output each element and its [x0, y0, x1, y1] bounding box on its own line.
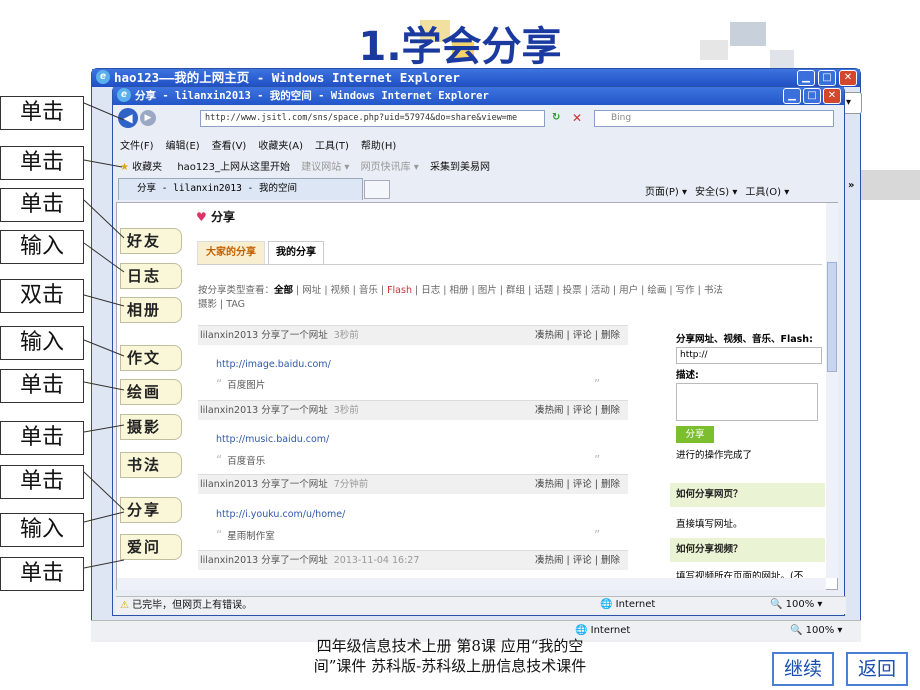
back-nav-button[interactable]: 返回	[846, 652, 908, 686]
continue-button[interactable]: 继续	[772, 652, 834, 686]
callout-lines	[83, 102, 125, 569]
footer-caption: 四年级信息技术上册 第8课 应用“我的空间”课件 苏科版-苏科级上册信息技术课件	[313, 637, 587, 675]
slide: 1.学会分享 e hao123——我的上网主页 - Windows Intern…	[0, 0, 920, 690]
